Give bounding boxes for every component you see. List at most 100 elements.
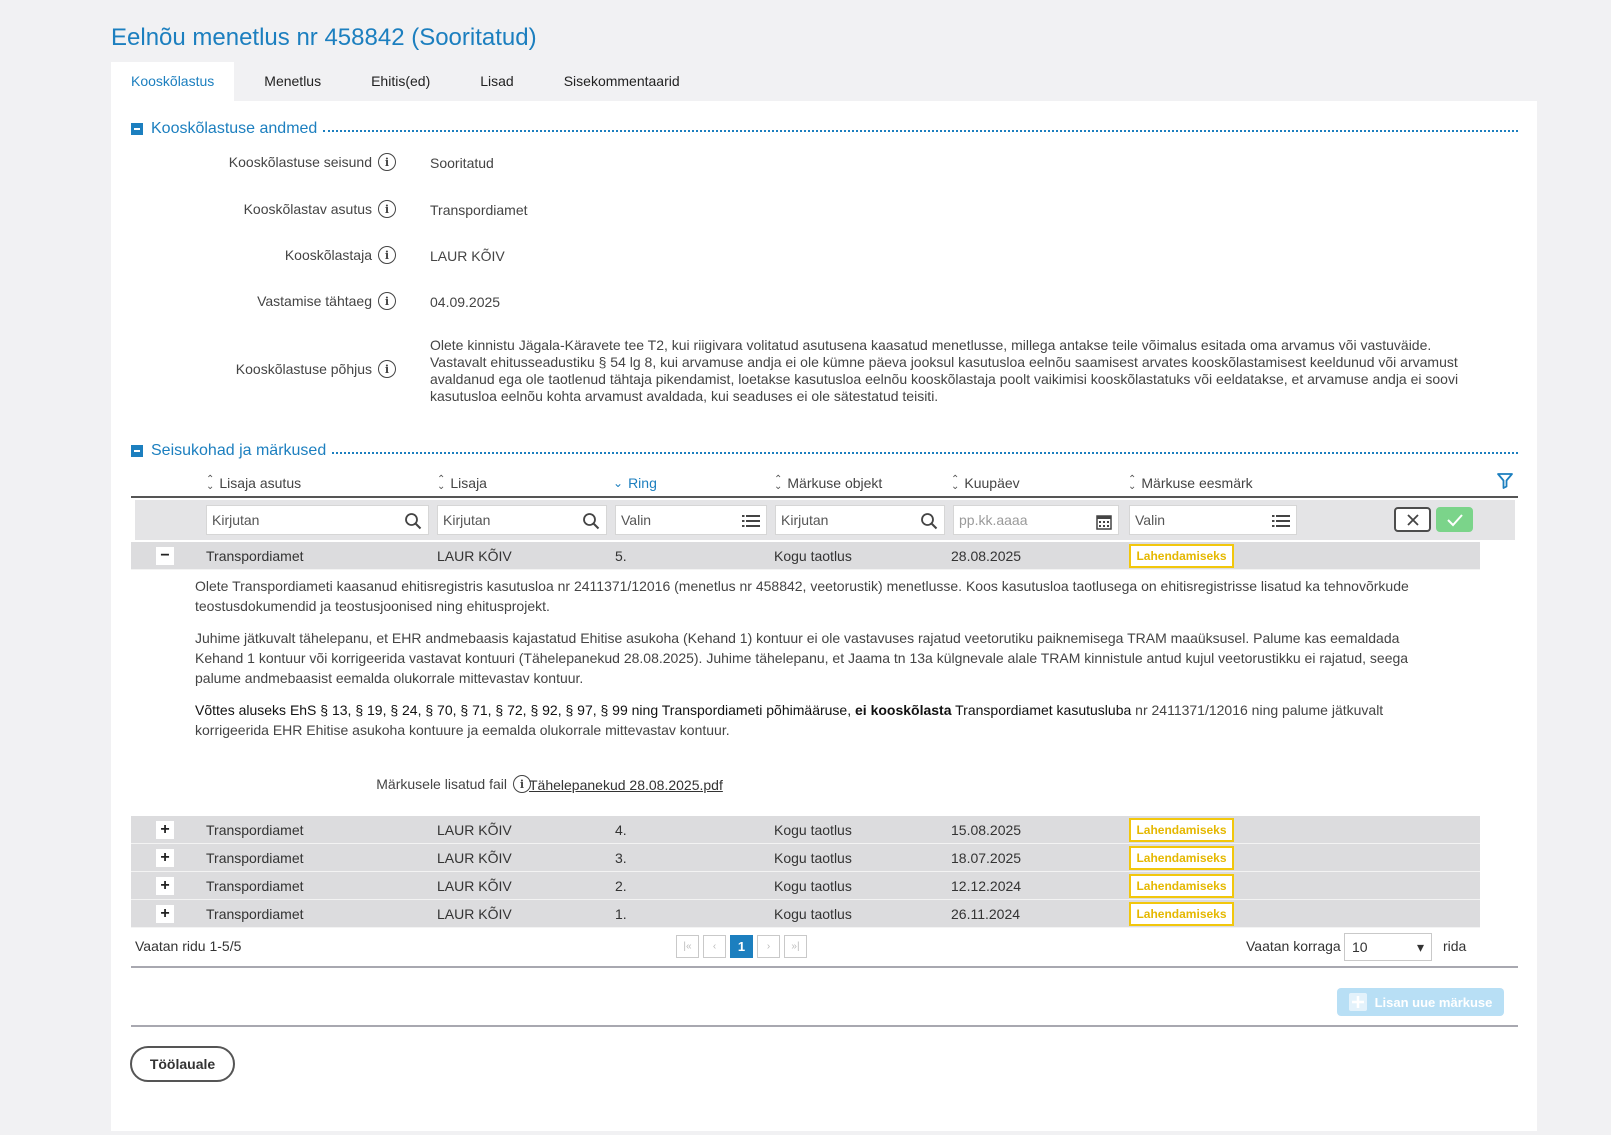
filter-asutus-input[interactable]: Kirjutan xyxy=(206,505,429,535)
cell-ring: 3. xyxy=(615,850,627,866)
table-header: ⌃ ⌄ Lisaja asutus ⌃ ⌄ Lisaja ⌄ Ring ⌃ ⌄ Märkuse… xyxy=(131,470,1518,498)
attachment-link[interactable]: Tähelepanekud 28.08.2025.pdf xyxy=(529,777,723,793)
filter-lisaja-input[interactable]: Kirjutan xyxy=(437,505,607,535)
plus-icon xyxy=(1348,993,1367,1011)
prev-page-button[interactable]: ‹ xyxy=(703,935,726,958)
cell-asutus: Transpordiamet xyxy=(206,822,304,838)
cell-ring: 4. xyxy=(615,822,627,838)
sort-icon: ⌃ ⌄ xyxy=(1128,474,1137,492)
info-icon[interactable]: i xyxy=(378,246,396,264)
cell-ring: 5. xyxy=(615,548,627,564)
tab-bar: Kooskõlastus Menetlus Ehitis(ed) Lisad S… xyxy=(111,62,700,101)
status-badge: Lahendamiseks xyxy=(1129,874,1234,898)
field-label: Vastamise tähtaeg i xyxy=(257,292,396,310)
status-badge: Lahendamiseks xyxy=(1129,846,1234,870)
expand-row-icon[interactable]: + xyxy=(156,849,174,867)
column-header-ring[interactable]: ⌄ Ring xyxy=(613,475,657,491)
column-header-kuupaev[interactable]: ⌃ ⌄ Kuupäev xyxy=(951,474,1020,492)
filter-ring-select[interactable]: Valin xyxy=(615,505,767,535)
column-header-objekt[interactable]: ⌃ ⌄ Märkuse objekt xyxy=(774,475,882,492)
info-icon[interactable]: i xyxy=(378,292,396,310)
cell-objekt: Kogu taotlus xyxy=(774,548,852,564)
collapse-icon[interactable] xyxy=(131,445,143,457)
table-row[interactable]: + Transpordiamet LAUR KÕIV 1. Kogu taotl… xyxy=(131,900,1480,928)
remark-paragraph: Võttes aluseks EhS § 13, § 19, § 24, § 7… xyxy=(195,702,1384,738)
section-title: Kooskõlastuse andmed xyxy=(151,120,318,137)
clear-filter-button[interactable] xyxy=(1394,507,1431,532)
cell-objekt: Kogu taotlus xyxy=(774,878,852,894)
status-badge: Lahendamiseks xyxy=(1129,902,1234,926)
cell-lisaja: LAUR KÕIV xyxy=(437,548,512,564)
close-icon xyxy=(1406,513,1419,526)
divider xyxy=(131,1025,1518,1027)
cell-kuupaev: 18.07.2025 xyxy=(951,850,1022,866)
table-row[interactable]: − Transpordiamet LAUR KÕIV 5. Kogu taotl… xyxy=(131,542,1480,570)
field-value: LAUR KÕIV xyxy=(430,248,505,264)
per-page-suffix: rida xyxy=(1443,938,1467,954)
cell-asutus: Transpordiamet xyxy=(206,906,304,922)
column-header-asutus[interactable]: ⌃ ⌄ Lisaja asutus xyxy=(206,475,301,492)
collapse-row-icon[interactable]: − xyxy=(156,547,174,565)
first-page-button[interactable]: |« xyxy=(676,935,699,958)
page-button-current[interactable]: 1 xyxy=(730,935,753,958)
cell-ring: 2. xyxy=(615,878,627,894)
sort-icon: ⌃ ⌄ xyxy=(951,474,960,492)
filter-eesmark-select[interactable]: Valin xyxy=(1129,505,1297,535)
filter-kuupaev-input[interactable]: pp.kk.aaaa xyxy=(953,505,1119,535)
tab-menetlus[interactable]: Menetlus xyxy=(244,62,341,101)
tab-kooskolastus[interactable]: Kooskõlastus xyxy=(111,62,235,101)
last-page-button[interactable]: »| xyxy=(784,935,807,958)
per-page-select[interactable]: 10 ▾ xyxy=(1344,933,1432,961)
cell-asutus: Transpordiamet xyxy=(206,548,304,564)
cell-lisaja: LAUR KÕIV xyxy=(437,850,512,866)
remark-details: Olete Transpordiameti kaasanud ehitisreg… xyxy=(195,576,1450,752)
section-divider xyxy=(323,130,1518,132)
expand-row-icon[interactable]: + xyxy=(156,877,174,895)
info-icon[interactable]: i xyxy=(378,153,396,171)
field-label: Kooskõlastuse põhjus i xyxy=(236,360,396,378)
sort-icon: ⌃ ⌄ xyxy=(437,474,446,492)
back-to-dashboard-button[interactable]: Töölauale xyxy=(130,1046,235,1082)
tab-ehitised[interactable]: Ehitis(ed) xyxy=(351,62,450,101)
filter-icon[interactable] xyxy=(1496,472,1514,493)
table-row[interactable]: + Transpordiamet LAUR KÕIV 4. Kogu taotl… xyxy=(131,816,1480,844)
cell-kuupaev: 15.08.2025 xyxy=(951,822,1022,838)
add-remark-button[interactable]: Lisan uue märkuse xyxy=(1337,988,1504,1016)
table-row[interactable]: + Transpordiamet LAUR KÕIV 2. Kogu taotl… xyxy=(131,872,1480,900)
expand-row-icon[interactable]: + xyxy=(156,821,174,839)
pagination-bar: Vaatan ridu 1-5/5 |« ‹ 1 › »| Vaatan kor… xyxy=(131,933,1518,969)
tab-sisekommentaarid[interactable]: Sisekommentaarid xyxy=(544,62,700,101)
info-icon[interactable]: i xyxy=(378,360,396,378)
info-icon[interactable]: i xyxy=(378,200,396,218)
field-label: Kooskõlastav asutus i xyxy=(244,200,396,218)
column-header-eesmark[interactable]: ⌃ ⌄ Märkuse eesmärk xyxy=(1128,474,1253,492)
field-label: Kooskõlastaja i xyxy=(285,246,396,264)
cell-ring: 1. xyxy=(615,906,627,922)
cell-asutus: Transpordiamet xyxy=(206,850,304,866)
tab-lisad[interactable]: Lisad xyxy=(460,62,533,101)
search-icon xyxy=(582,511,600,539)
cell-kuupaev: 26.11.2024 xyxy=(951,906,1021,922)
field-value: Transpordiamet xyxy=(430,202,528,218)
collapse-icon[interactable] xyxy=(131,123,143,135)
divider xyxy=(131,966,1518,968)
field-value: 04.09.2025 xyxy=(430,294,501,310)
search-icon xyxy=(920,511,938,539)
table-row[interactable]: + Transpordiamet LAUR KÕIV 3. Kogu taotl… xyxy=(131,844,1480,872)
next-page-button[interactable]: › xyxy=(757,935,780,958)
section-divider xyxy=(332,452,1518,454)
list-icon xyxy=(742,511,760,539)
apply-filter-button[interactable] xyxy=(1436,507,1473,532)
section-title: Seisukohad ja märkused xyxy=(151,442,327,459)
filter-objekt-input[interactable]: Kirjutan xyxy=(775,505,945,535)
expand-row-icon[interactable]: + xyxy=(156,905,174,923)
cell-kuupaev: 28.08.2025 xyxy=(951,548,1022,564)
field-value: Sooritatud xyxy=(430,155,494,171)
sort-desc-icon: ⌄ xyxy=(613,475,624,490)
column-header-lisaja[interactable]: ⌃ ⌄ Lisaja xyxy=(437,474,487,492)
check-icon xyxy=(1446,513,1463,526)
calendar-icon xyxy=(1096,511,1112,539)
row-summary: Vaatan ridu 1-5/5 xyxy=(135,938,242,954)
main-panel: Kooskõlastuse andmed Kooskõlastuse seisu… xyxy=(111,101,1537,1131)
section-kooskolastuse-andmed: Kooskõlastuse andmed xyxy=(131,119,1518,139)
